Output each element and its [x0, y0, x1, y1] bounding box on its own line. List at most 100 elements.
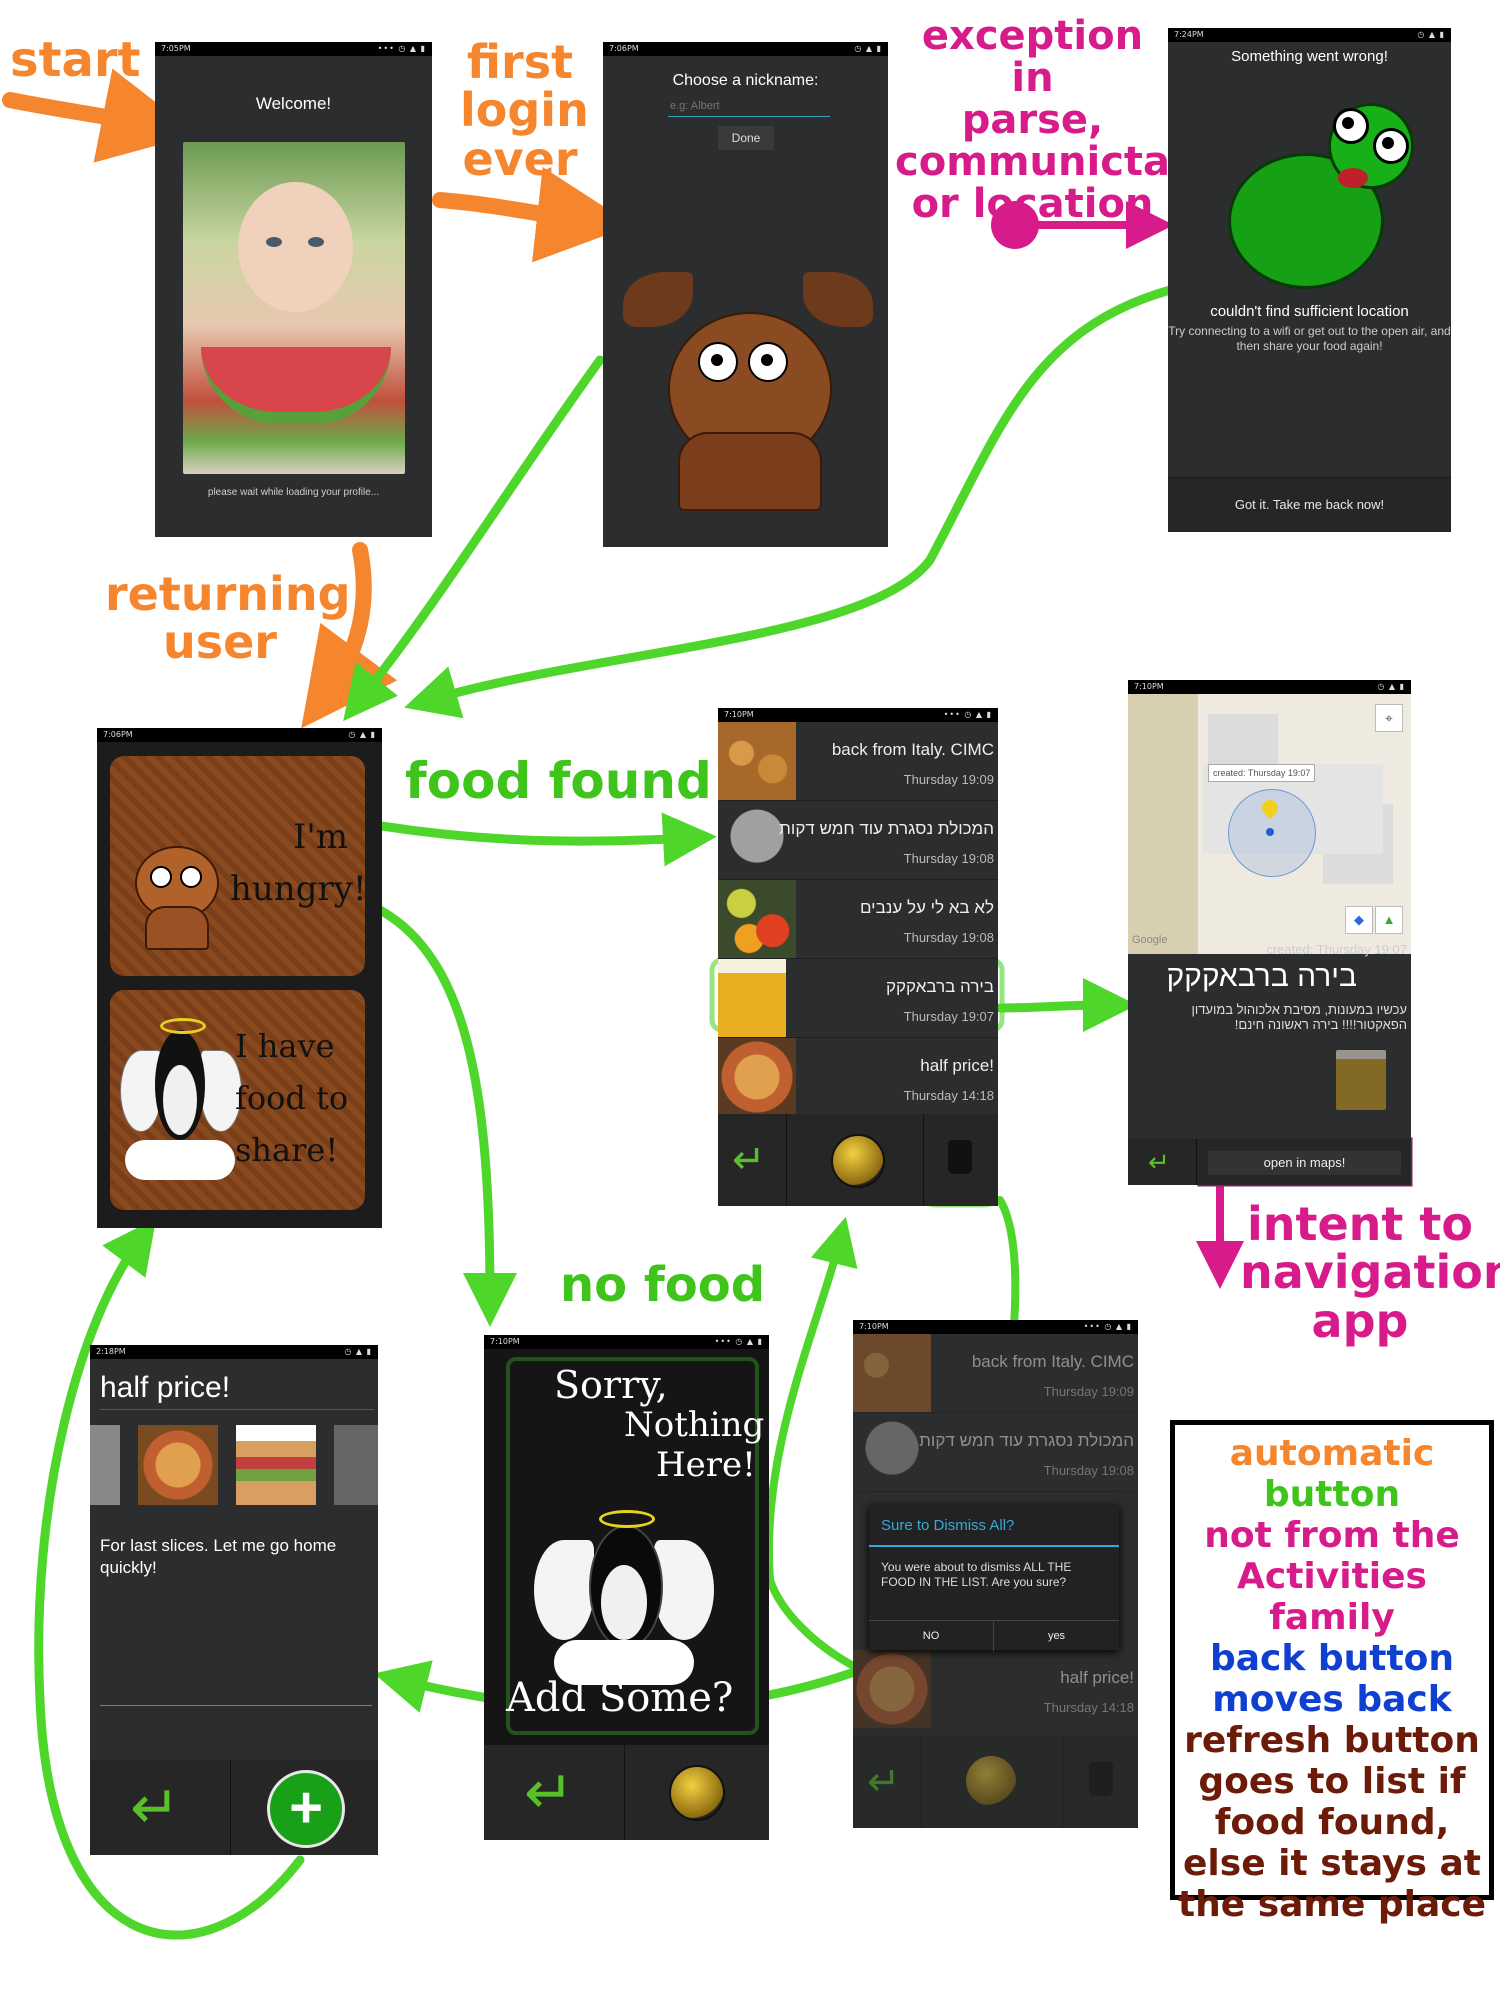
directions-button[interactable]: ◆ — [1345, 906, 1373, 934]
goat-thumbnail — [853, 1413, 931, 1491]
list-item[interactable]: half price! Thursday 14:18 — [718, 1038, 998, 1117]
add-food-button[interactable]: + — [231, 1760, 378, 1855]
fruit-thumbnail — [718, 880, 796, 958]
legend-box: automatic button not from the Activities… — [1170, 1420, 1494, 1925]
back-arrow-icon: ↵ — [867, 1760, 901, 1804]
dismiss-screen: 7:10PM ••• ◷ ▲ ▮ back from Italy. CIMC Th… — [853, 1320, 1138, 1828]
refresh-button[interactable] — [625, 1745, 769, 1840]
share-title-input[interactable]: half price! — [100, 1371, 374, 1410]
open-in-maps-button[interactable]: open in maps! — [1208, 1151, 1401, 1175]
item-time: Thursday 19:09 — [1043, 1384, 1134, 1399]
trash-icon — [1089, 1762, 1113, 1796]
back-arrow-icon: ↵ — [732, 1138, 766, 1182]
dismiss-dialog: Sure to Dismiss All? You were about to d… — [869, 1505, 1119, 1651]
back-arrow-icon: ↵ — [524, 1759, 575, 1826]
dialog-message: You were about to dismiss ALL THE FOOD I… — [881, 1560, 1072, 1589]
error-screen: 7:24PM ◷ ▲ ▮ Something went wrong! couldn… — [1168, 28, 1451, 532]
refresh-button[interactable] — [922, 1736, 1063, 1828]
baby-photo — [183, 142, 405, 474]
welcome-title: Welcome! — [255, 94, 332, 113]
dismiss-all-button[interactable] — [924, 1114, 998, 1206]
status-bar: 2:18PM ◷ ▲ ▮ — [90, 1345, 378, 1359]
loading-text: please wait while loading your profile..… — [207, 487, 380, 498]
pizza-image-option[interactable] — [138, 1425, 218, 1505]
my-location-button[interactable]: ⌖ — [1375, 704, 1403, 732]
first-login-arrow — [432, 166, 633, 263]
take-me-back-button[interactable]: Got it. Take me back now! — [1168, 477, 1451, 532]
marker-label: created: Thursday 19:07 — [1208, 764, 1316, 782]
status-bar: 7:24PM ◷ ▲ ▮ — [1168, 28, 1451, 42]
map-view[interactable]: created: Thursday 19:07 ⌖ ◆ ▲ Google — [1128, 694, 1411, 954]
item-title: המכולת נסגרת עוד חמש דקות — [779, 819, 994, 838]
back-arrow-icon: ↵ — [1148, 1147, 1170, 1177]
item-title: back from Italy. CIMC — [831, 740, 994, 759]
cake-image-option[interactable] — [334, 1425, 378, 1505]
legend-back-1: back button — [1209, 1638, 1455, 1679]
status-bar: 7:10PM ••• ◷ ▲ ▮ — [853, 1320, 1138, 1334]
nickname-input[interactable] — [668, 96, 830, 117]
goat-image-option[interactable] — [90, 1425, 120, 1505]
created-time: created: Thursday 19:07 — [1266, 942, 1407, 957]
list-item[interactable]: לא בא לי על ענבים Thursday 19:08 — [718, 880, 998, 959]
back-button[interactable]: ↵ — [853, 1736, 922, 1828]
list-item[interactable]: back from Italy. CIMC Thursday 19:09 — [853, 1334, 1138, 1413]
share-label: I have food to share! — [235, 1027, 349, 1169]
back-arrow-icon: ↵ — [130, 1774, 181, 1841]
share-food-screen: 2:18PM ◷ ▲ ▮ half price! For last slices.… — [90, 1345, 378, 1855]
back-button[interactable]: ↵ — [1128, 1139, 1197, 1185]
back-button[interactable]: ↵ — [90, 1760, 231, 1855]
legend-back-2: moves back — [1212, 1679, 1452, 1720]
cat-icon — [130, 826, 220, 950]
cookies-thumbnail — [853, 1334, 931, 1412]
back-button[interactable]: ↵ — [718, 1114, 787, 1206]
status-bar: 7:06PM ◷ ▲ ▮ — [97, 728, 382, 742]
dismiss-button-bar: ↵ — [853, 1736, 1138, 1828]
sorry-text: Sorry, — [554, 1363, 668, 1407]
dialog-yes-button[interactable]: yes — [994, 1620, 1119, 1651]
google-maps-button[interactable]: ▲ — [1375, 906, 1403, 934]
start-label: start — [10, 32, 141, 88]
sandwich-image-option[interactable] — [236, 1425, 316, 1505]
list-item[interactable]: half price! Thursday 14:18 — [853, 1650, 1138, 1728]
im-hungry-button[interactable]: I'm hungry! — [110, 756, 367, 976]
legend-automatic: automatic — [1229, 1433, 1435, 1474]
item-title: back from Italy. CIMC — [971, 1352, 1134, 1371]
back-button[interactable]: ↵ — [484, 1745, 625, 1840]
item-time: Thursday 19:07 — [903, 1009, 994, 1024]
hungry-label: I'm hungry! — [230, 817, 367, 909]
legend-not-activities-1: not from the — [1204, 1515, 1460, 1556]
dialog-title: Sure to Dismiss All? — [881, 1517, 1015, 1534]
status-bar: 7:10PM ••• ◷ ▲ ▮ — [718, 708, 998, 722]
dialog-no-button[interactable]: NO — [869, 1620, 994, 1651]
angel-penguin-icon — [120, 1010, 242, 1190]
moose-illustration — [623, 272, 873, 522]
legend-button: button — [1263, 1474, 1401, 1515]
welcome-screen: 7:05PM ••• ◷ ▲ ▮ Welcome! please wait whi… — [155, 42, 432, 537]
share-description-input[interactable]: For last slices. Let me go home quickly! — [100, 1535, 372, 1706]
pizza-thumbnail — [853, 1650, 931, 1728]
angel-penguin-icon — [534, 1500, 714, 1685]
dismiss-all-button[interactable] — [1063, 1736, 1138, 1828]
image-picker[interactable] — [90, 1425, 378, 1505]
here-text: Here! — [656, 1445, 756, 1485]
refresh-icon — [831, 1134, 885, 1188]
first-login-label: first login ever — [460, 35, 589, 186]
list-item[interactable]: back from Italy. CIMC Thursday 19:09 — [718, 722, 998, 801]
list-item[interactable]: המכולת נסגרת עוד חמש דקות Thursday 19:08 — [718, 801, 998, 880]
home-screen: 7:06PM ◷ ▲ ▮ I'm hungry! I have food to shar… — [97, 728, 382, 1228]
done-button[interactable]: Done — [718, 126, 774, 150]
list-item[interactable]: בירה ברבאקקק Thursday 19:07 — [718, 959, 998, 1038]
trash-icon — [948, 1140, 972, 1174]
have-food-button[interactable]: I have food to share! — [110, 990, 365, 1210]
item-title: לא בא לי על ענבים — [859, 898, 994, 917]
list-item[interactable]: המכולת נסגרת עוד חמש דקות Thursday 19:08 — [853, 1413, 1138, 1492]
item-time: Thursday 14:18 — [1043, 1700, 1134, 1715]
location-dot — [1266, 828, 1274, 836]
list-button-bar: ↵ — [718, 1114, 998, 1206]
nickname-prompt: Choose a nickname: — [672, 72, 819, 89]
food-found-label: food found — [405, 752, 712, 810]
item-time: Thursday 19:08 — [903, 851, 994, 866]
no-food-label: no food — [560, 1257, 766, 1313]
error-message: Try connecting to a wifi or get out to t… — [1168, 324, 1451, 353]
refresh-button[interactable] — [787, 1114, 924, 1206]
